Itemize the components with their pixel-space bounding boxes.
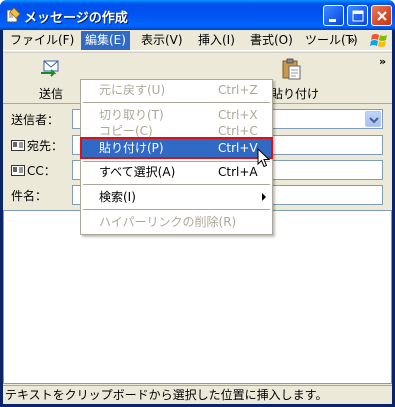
paste-button[interactable]: 貼り付け: [271, 58, 320, 102]
status-bar: テキストをクリップボードから選択した位置に挿入します。: [3, 385, 392, 404]
minimize-button[interactable]: [323, 5, 344, 26]
menu-separator: [83, 184, 270, 185]
to-label-wrap[interactable]: 宛先：: [11, 137, 63, 154]
windows-logo-icon: [370, 34, 387, 47]
client-area: ファイル(F) 編集(E) 表示(V) 挿入(I) 書式(O) ツール(T) »: [3, 30, 392, 404]
send-button[interactable]: 送信: [31, 58, 71, 102]
compose-window: メッセージの作成 ファイル(F) 編集(E) 表示(V) 挿入(I) 書式(O)…: [0, 0, 395, 407]
remove-hyperlink-label: ハイパーリンクの削除(R): [99, 215, 237, 229]
find-label: 検索(I): [99, 190, 136, 204]
undo-label: 元に戻す(U): [99, 83, 166, 97]
chevron-down-icon: [369, 117, 379, 124]
paste-icon: [282, 58, 301, 80]
title-bar[interactable]: メッセージの作成: [0, 0, 395, 30]
undo-shortcut: Ctrl+Z: [218, 83, 258, 97]
select-all-shortcut: Ctrl+A: [218, 165, 258, 179]
menu-edit[interactable]: 編集(E): [81, 31, 130, 50]
toolbar-overflow-chevron[interactable]: »: [379, 55, 386, 68]
send-icon: [41, 60, 59, 77]
cc-label: CC：: [27, 164, 56, 178]
menu-separator: [83, 102, 270, 103]
menu-item-find[interactable]: 検索(I): [81, 188, 272, 206]
menu-bar: ファイル(F) 編集(E) 表示(V) 挿入(I) 書式(O) ツール(T) »: [3, 30, 392, 51]
mouse-cursor-icon: [257, 148, 270, 168]
paste-menu-label: 貼り付け(P): [99, 141, 164, 155]
address-book-icon: [11, 140, 25, 151]
maximize-icon: [352, 10, 364, 22]
send-label: 送信: [38, 87, 63, 101]
edit-menu: 元に戻す(U) Ctrl+Z 切り取り(T) Ctrl+X コピー(C) Ctr…: [80, 79, 273, 235]
menu-file[interactable]: ファイル(F): [6, 31, 78, 50]
paste-shortcut: Ctrl+V: [218, 141, 258, 155]
menubar-overflow-chevron[interactable]: »: [348, 31, 355, 50]
minimize-icon: [329, 19, 336, 22]
menu-item-undo[interactable]: 元に戻す(U) Ctrl+Z: [81, 81, 272, 99]
menu-item-remove-hyperlink[interactable]: ハイパーリンクの削除(R): [81, 213, 272, 231]
to-label: 宛先：: [27, 139, 64, 153]
menu-separator: [83, 209, 270, 210]
menu-item-paste[interactable]: 貼り付け(P) Ctrl+V: [80, 137, 273, 159]
close-icon: [377, 11, 387, 21]
select-all-label: すべて選択(A): [99, 165, 176, 179]
message-body[interactable]: [3, 210, 392, 384]
menu-separator: [83, 161, 270, 162]
menu-format[interactable]: 書式(O): [246, 31, 297, 50]
close-button[interactable]: [371, 5, 392, 26]
paste-label: 貼り付け: [271, 87, 320, 101]
subject-label: 件名：: [11, 189, 48, 203]
maximize-button[interactable]: [347, 5, 368, 26]
menu-item-select-all[interactable]: すべて選択(A) Ctrl+A: [81, 163, 272, 181]
cc-label-wrap[interactable]: CC：: [11, 162, 56, 179]
menu-view[interactable]: 表示(V): [137, 31, 187, 50]
window-title: メッセージの作成: [24, 11, 128, 26]
dropdown-arrow[interactable]: [365, 111, 381, 127]
submenu-arrow-icon: [262, 193, 266, 201]
compose-message-icon: [6, 7, 21, 23]
address-book-icon: [11, 165, 25, 176]
from-label: 送信者：: [11, 113, 60, 127]
menu-insert[interactable]: 挿入(I): [194, 31, 239, 50]
